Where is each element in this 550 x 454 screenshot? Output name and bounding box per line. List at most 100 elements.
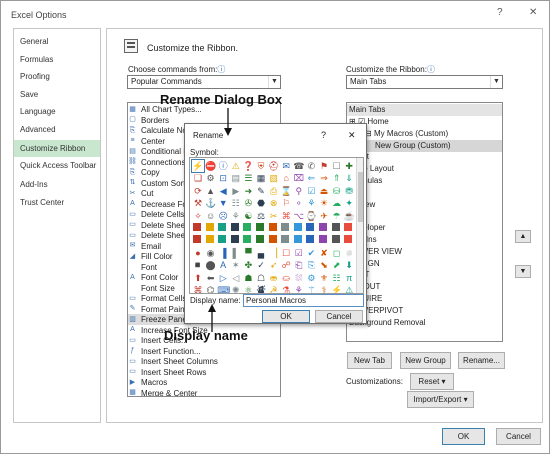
symbol-cell[interactable]: ⬇ <box>343 259 355 271</box>
symbol-cell[interactable]: ☐ <box>280 247 292 259</box>
symbol-cell[interactable]: ⛆ <box>293 272 305 284</box>
symbol-cell[interactable]: π <box>343 272 355 284</box>
symbol-cell[interactable]: ▪ <box>267 234 278 245</box>
symbol-grid[interactable]: ⚡ ⛔ ⓘ ⚠ ❓ ⛨ ⛑ ✉ ☎ ✆ ⚑ ☐ ✚ ❑ ⚙ ⊡ ▤ ☰ ▦ ▧ ⌂ ⌧ ⇐ ⇒ ⇑ ⇓ ⟳ ▲ ◀ ▶ ➜ ✎ ⎙ ⌛ ⚲ ☑ ⏏ ⛁ ⛃ ⚒… <box>189 157 364 294</box>
rename-ok-button[interactable]: OK <box>262 310 310 323</box>
symbol-cell[interactable]: ▄ <box>255 247 267 259</box>
symbol-cell[interactable]: ■ <box>229 222 240 232</box>
symbol-cell[interactable]: ☷ <box>331 272 343 284</box>
symbol-cell[interactable]: ⌂ <box>280 172 292 184</box>
symbol-cell[interactable]: ☗ <box>242 272 254 284</box>
symbol-cell[interactable]: ⇓ <box>343 172 355 184</box>
symbol-cell[interactable]: ⚙ <box>305 272 317 284</box>
ribbon-tab-item[interactable]: Insert <box>347 151 502 163</box>
ribbon-tab-item[interactable]: POWERPIVOT <box>347 305 502 317</box>
symbol-cell[interactable]: ⓘ <box>217 160 229 172</box>
symbol-cell[interactable]: ⚓ <box>205 197 217 209</box>
symbol-cell[interactable]: ⊡ <box>217 172 229 184</box>
symbol-cell[interactable]: ⎘ <box>305 259 317 271</box>
symbol-cell[interactable]: ✔ <box>305 247 317 259</box>
symbol-cell[interactable]: ✶ <box>230 259 242 271</box>
symbol-cell[interactable]: ☑ <box>293 247 305 259</box>
symbol-cell[interactable]: ✺ <box>230 284 242 293</box>
command-item[interactable]: ⎘ Copy <box>128 167 160 178</box>
symbol-cell[interactable]: ◇ <box>318 234 328 245</box>
nav-item[interactable]: Proofing <box>14 68 100 85</box>
symbol-cell[interactable]: ☖ <box>255 272 267 284</box>
symbol-cell[interactable]: ☷ <box>230 197 242 209</box>
symbol-cell[interactable]: ⏏ <box>318 185 330 197</box>
symbol-cell[interactable]: ▕ <box>268 247 280 259</box>
symbol-cell[interactable]: ⚖ <box>255 210 267 222</box>
symbol-cell[interactable]: ✎ <box>255 185 267 197</box>
symbol-cell[interactable]: ⌚ <box>305 210 317 222</box>
symbol-cell[interactable]: ⇐ <box>305 172 317 184</box>
symbol-cell[interactable]: ⚡ <box>191 159 205 173</box>
symbol-cell[interactable]: ⊗ <box>268 197 280 209</box>
symbol-cell[interactable]: ✂ <box>268 210 280 222</box>
command-item[interactable]: ▦ Merge & Center <box>128 388 197 397</box>
command-item[interactable]: Font Size <box>128 283 175 294</box>
symbol-cell[interactable]: ▐ <box>217 247 229 259</box>
symbol-cell[interactable]: ⬅ <box>205 272 217 284</box>
symbol-cell[interactable]: ❑ <box>192 172 204 184</box>
close-button[interactable]: ✕ <box>529 7 537 19</box>
symbol-cell[interactable]: ⛀ <box>280 272 292 284</box>
symbol-cell[interactable]: ✆ <box>305 160 317 172</box>
command-item[interactable]: ▭ Insert Sheet Rows <box>128 367 206 378</box>
symbol-cell[interactable]: ⌥ <box>293 210 305 222</box>
symbol-cell[interactable]: ◀ <box>217 185 229 197</box>
move-up-button[interactable]: ▲ <box>515 230 531 243</box>
symbol-cell[interactable]: ◼ <box>255 234 265 245</box>
symbol-cell[interactable]: ⛂ <box>268 272 280 284</box>
symbol-cell[interactable]: ✉ <box>280 160 292 172</box>
symbol-cell[interactable]: ⚑ <box>318 160 330 172</box>
symbol-cell[interactable]: ■ <box>318 222 328 232</box>
symbol-cell[interactable]: ◆ <box>305 234 316 245</box>
nav-item[interactable]: General <box>14 33 100 50</box>
symbol-cell[interactable]: ⛨ <box>255 160 267 172</box>
symbol-cell[interactable]: ⚠ <box>343 284 355 293</box>
symbol-cell[interactable]: ⬤ <box>205 259 217 271</box>
symbol-cell[interactable]: ✓ <box>255 259 267 271</box>
choose-commands-combo[interactable]: Popular Commands ▼ <box>127 75 281 89</box>
ribbon-tab-item[interactable]: View <box>347 210 502 222</box>
symbol-cell[interactable]: ■ <box>192 234 202 245</box>
symbol-cell[interactable]: ✦ <box>343 197 355 209</box>
symbol-cell[interactable]: ■ <box>343 222 354 232</box>
symbol-cell[interactable]: ⎙ <box>268 185 280 197</box>
symbol-cell[interactable]: ⚘ <box>230 210 242 222</box>
nav-item[interactable]: Formulas <box>14 51 100 68</box>
cancel-button[interactable]: Cancel <box>496 428 541 445</box>
symbol-cell[interactable]: ⚽ <box>192 222 202 232</box>
command-item[interactable]: ⛓ Connections <box>128 157 185 168</box>
symbol-scrollbar[interactable] <box>356 158 363 293</box>
symbol-cell[interactable]: ⚚ <box>305 284 317 293</box>
symbol-cell[interactable]: ⚡ <box>331 284 343 293</box>
symbol-cell[interactable]: ⇑ <box>331 172 343 184</box>
symbol-cell[interactable]: ⛔ <box>205 160 217 172</box>
symbol-cell[interactable]: ◎ <box>343 234 354 245</box>
command-item[interactable]: ✉ Email <box>128 241 161 252</box>
symbol-cell[interactable]: ■ <box>330 222 341 232</box>
symbol-cell[interactable]: ▶ <box>230 185 242 197</box>
symbol-cell[interactable]: ☀ <box>318 197 330 209</box>
symbol-cell[interactable]: ☁ <box>331 197 343 209</box>
symbol-cell[interactable]: ✚ <box>343 160 355 172</box>
ribbon-tab-item[interactable]: Developer <box>347 222 502 234</box>
symbol-cell[interactable]: ○ <box>330 234 341 245</box>
command-item[interactable]: ◢ Fill Color <box>128 251 173 262</box>
symbol-cell[interactable]: ⬊ <box>318 259 330 271</box>
rename-button[interactable]: Rename... <box>458 352 505 369</box>
ribbon-tabs-tree[interactable]: Main Tabs ⊞ ☑ Home ⊟ My Macros (Custom) Ne… <box>346 102 503 342</box>
ribbon-tab-item[interactable]: Page Layout <box>347 163 502 175</box>
command-item[interactable]: ⇅ Custom Sort... <box>128 178 193 189</box>
symbol-cell[interactable]: ⬆ <box>192 272 204 284</box>
nav-item[interactable]: Trust Center <box>14 194 100 211</box>
symbol-cell[interactable]: ⚠ <box>230 160 242 172</box>
symbol-cell[interactable]: ☎ <box>293 160 305 172</box>
symbol-cell[interactable]: ▼ <box>217 197 229 209</box>
nav-item[interactable]: Customize Ribbon <box>14 140 100 157</box>
rename-cancel-button[interactable]: Cancel <box>315 310 363 323</box>
command-item[interactable]: ƒ Insert Function... <box>128 346 201 357</box>
